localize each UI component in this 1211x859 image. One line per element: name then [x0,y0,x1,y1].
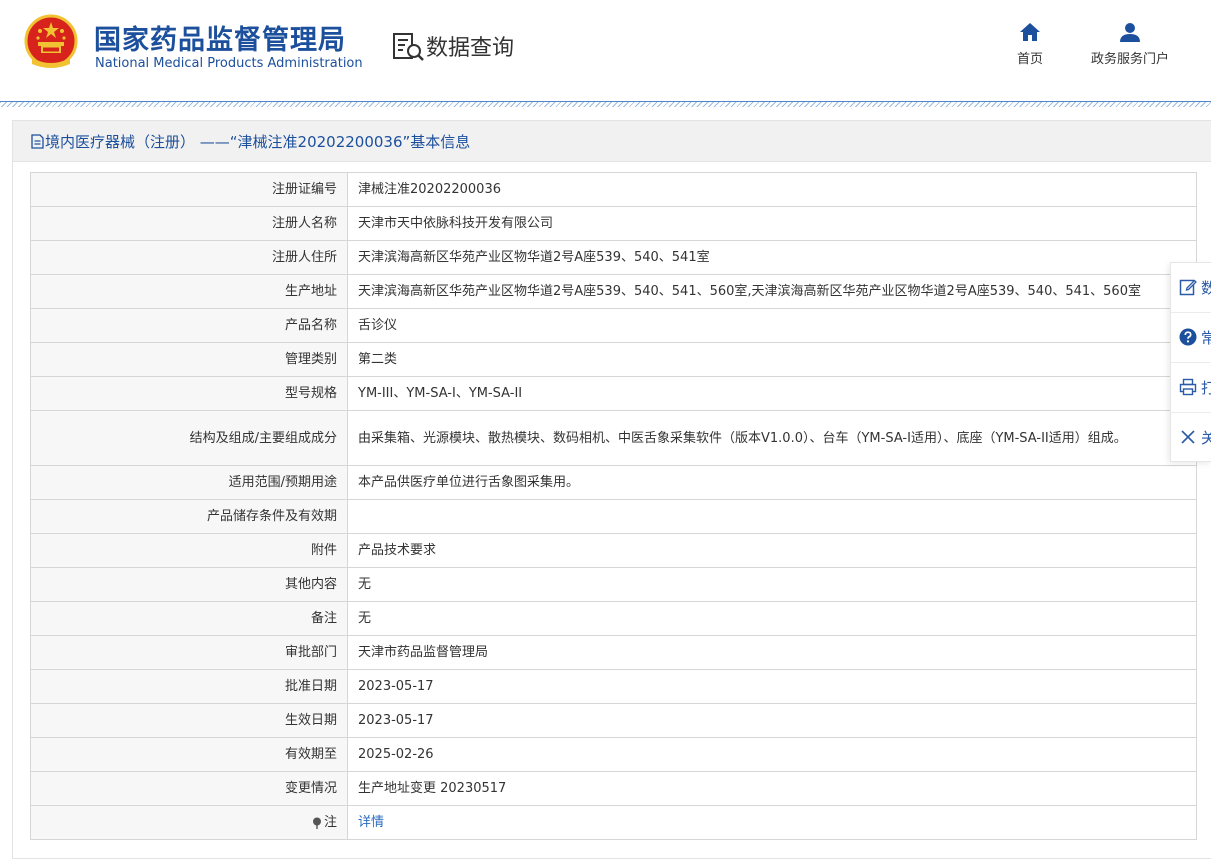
float-data-label: 数 [1201,277,1211,298]
print-icon [1179,378,1197,396]
field-label: 型号规格 [30,376,348,411]
float-print-label: 打 [1201,377,1211,398]
document-icon [31,134,44,149]
note-value-cell: 详情 [347,805,1197,840]
table-row: 注册人名称 天津市天中依脉科技开发有限公司 [30,206,1197,241]
field-value: 第二类 [347,342,1197,377]
field-label: 审批部门 [30,635,348,670]
panel-header: 境内医疗器械（注册） ——“津械注准20202200036”基本信息 [13,121,1211,162]
home-icon [1020,23,1040,41]
site-header: 国家药品监督管理局 National Medical Products Admi… [0,0,1211,102]
field-value: 生产地址变更 20230517 [347,771,1197,806]
question-icon [1179,328,1197,346]
field-value: 天津市药品监督管理局 [347,635,1197,670]
nav-home-label: 首页 [1016,52,1043,67]
section-title: 数据查询 [426,36,515,61]
detail-panel: 境内医疗器械（注册） ——“津械注准20202200036”基本信息 注册证编号… [12,120,1211,859]
float-data-button[interactable]: 数 [1171,263,1211,313]
field-value: 本产品供医疗单位进行舌象图采集用。 [347,465,1197,500]
registration-info-table: 注册证编号 津械注准20202200036 注册人名称 天津市天中依脉科技开发有限公司… [30,172,1197,840]
nav-gov-label: 政务服务门户 [1090,52,1169,67]
table-row: 备注无 [30,601,1197,636]
field-value: 2025-02-26 [347,737,1197,772]
table-row-note: 注 详情 [30,805,1197,840]
table-row: 注册人住所 天津滨海高新区华苑产业区物华道2号A座539、540、541室 [30,240,1197,275]
field-label: 产品名称 [30,308,348,343]
user-icon [1120,23,1140,42]
field-label: 结构及组成/主要组成成分 [30,410,348,466]
field-label: 变更情况 [30,771,348,806]
table-row: 变更情况 生产地址变更 20230517 [30,771,1197,806]
field-value: 无 [347,601,1197,636]
note-label-cell: 注 [30,805,348,840]
table-row: 产品储存条件及有效期 [30,499,1197,534]
note-label: 注 [323,815,337,830]
field-label: 生效日期 [30,703,348,738]
field-label: 备注 [30,601,348,636]
float-close-label: 关 [1201,427,1211,448]
national-emblem-icon [24,14,78,68]
field-value: 天津滨海高新区华苑产业区物华道2号A座539、540、541、560室,天津滨海… [347,274,1197,309]
table-row: 注册证编号 津械注准20202200036 [30,172,1197,207]
floating-toolbar: 数 常 打 关 [1170,262,1211,462]
table-row: 有效期至 2025-02-26 [30,737,1197,772]
float-faq-button[interactable]: 常 [1171,313,1211,363]
field-value: 天津市天中依脉科技开发有限公司 [347,206,1197,241]
detail-link[interactable]: 详情 [358,815,384,830]
float-faq-label: 常 [1201,327,1211,348]
float-close-button[interactable]: 关 [1171,413,1211,461]
field-label: 有效期至 [30,737,348,772]
site-logo-chinese: 国家药品监督管理局 [94,25,346,56]
edit-icon [1179,279,1197,296]
field-label: 注册证编号 [30,172,348,207]
field-value: 舌诊仪 [347,308,1197,343]
field-value [347,499,1197,534]
table-row: 结构及组成/主要组成成分 由采集箱、光源模块、散热模块、数码相机、中医舌象采集软件… [30,410,1197,466]
table-row: 型号规格 YM-III、YM-SA-I、YM-SA-II [30,376,1197,411]
field-label: 注册人住所 [30,240,348,275]
panel-title: 境内医疗器械（注册） ——“津械注准20202200036”基本信息 [45,133,471,151]
field-label: 管理类别 [30,342,348,377]
data-query-icon [393,33,424,61]
field-value: YM-III、YM-SA-I、YM-SA-II [347,376,1197,411]
table-row: 生产地址 天津滨海高新区华苑产业区物华道2号A座539、540、541、560室,… [30,274,1197,309]
field-label: 产品储存条件及有效期 [30,499,348,534]
float-print-button[interactable]: 打 [1171,363,1211,413]
field-value: 无 [347,567,1197,602]
table-row: 适用范围/预期用途 本产品供医疗单位进行舌象图采集用。 [30,465,1197,500]
field-value: 津械注准20202200036 [347,172,1197,207]
header-divider [0,101,1211,107]
nav-gov-service-portal[interactable]: 政务服务门户 [1080,22,1180,67]
table-row: 其他内容无 [30,567,1197,602]
field-value: 天津滨海高新区华苑产业区物华道2号A座539、540、541室 [347,240,1197,275]
field-label: 生产地址 [30,274,348,309]
field-label: 适用范围/预期用途 [30,465,348,500]
site-logo-english: National Medical Products Administration [95,56,363,71]
table-row: 管理类别 第二类 [30,342,1197,377]
pin-icon [312,817,321,829]
field-value: 由采集箱、光源模块、散热模块、数码相机、中医舌象采集软件（版本V1.0.0）、台… [347,410,1197,466]
nav-home[interactable]: 首页 [1006,22,1054,67]
field-label: 注册人名称 [30,206,348,241]
field-value: 2023-05-17 [347,669,1197,704]
table-row: 产品名称 舌诊仪 [30,308,1197,343]
table-row: 批准日期 2023-05-17 [30,669,1197,704]
field-label: 其他内容 [30,567,348,602]
close-icon [1181,430,1195,444]
field-label: 附件 [30,533,348,568]
field-value: 2023-05-17 [347,703,1197,738]
table-row: 审批部门 天津市药品监督管理局 [30,635,1197,670]
field-label: 批准日期 [30,669,348,704]
field-value: 产品技术要求 [347,533,1197,568]
table-row: 附件 产品技术要求 [30,533,1197,568]
table-row: 生效日期 2023-05-17 [30,703,1197,738]
